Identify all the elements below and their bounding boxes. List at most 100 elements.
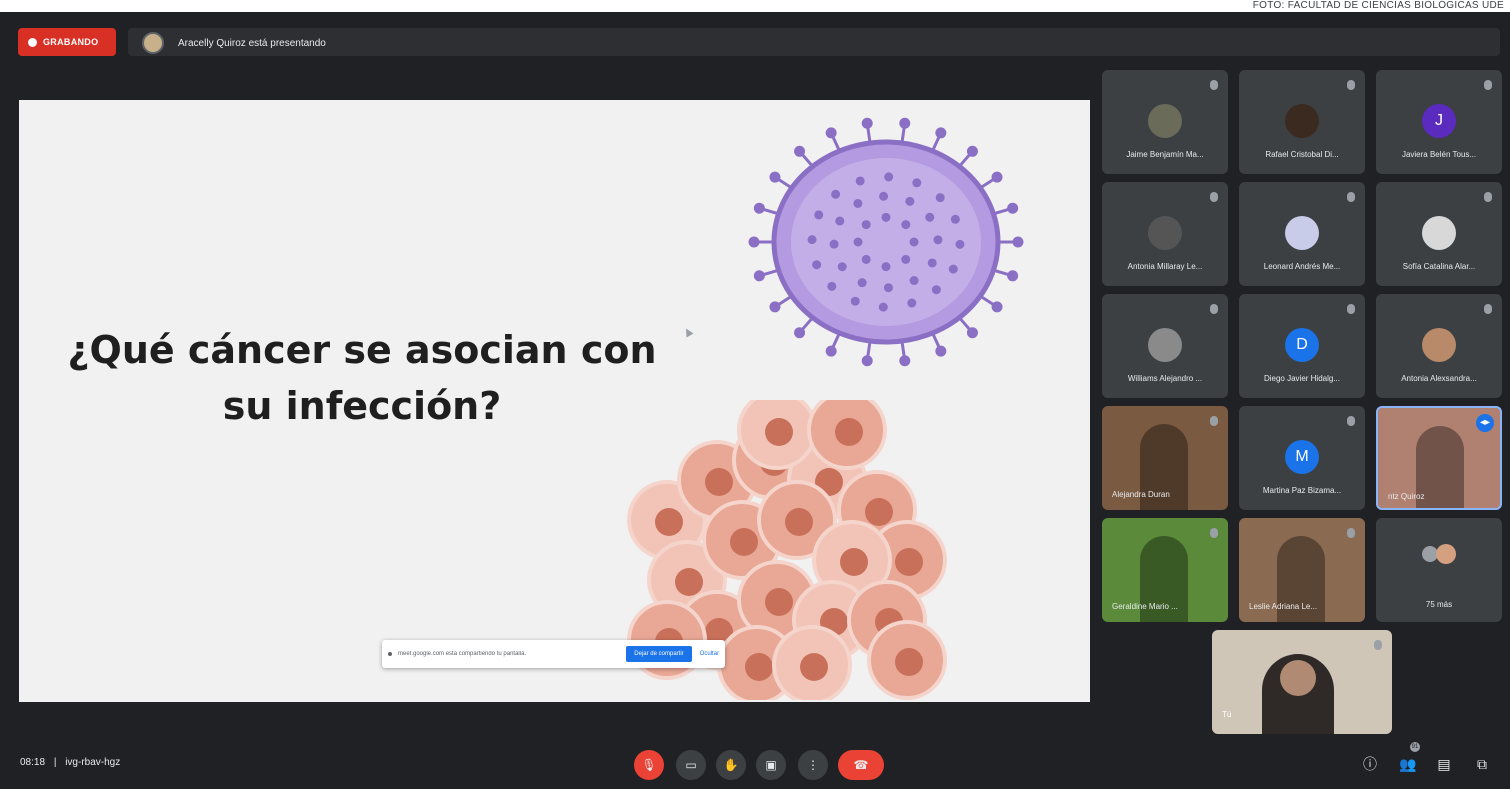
self-face (1280, 660, 1316, 696)
participant-tile[interactable]: Williams Alejandro ... (1102, 294, 1228, 398)
chat-button[interactable]: ▤ (1434, 754, 1454, 774)
participant-tile[interactable]: ◂▸ ntz Quiroz (1376, 406, 1502, 510)
participant-name: Geraldine Mario ... (1112, 602, 1178, 611)
participant-name: Sofía Catalina Alar... (1402, 262, 1476, 271)
participant-name: Antonia Alexsandra... (1401, 374, 1477, 383)
participant-tile[interactable]: Alejandra Duran (1102, 406, 1228, 510)
self-view-tile[interactable]: Tú (1212, 630, 1392, 734)
virus-spike-tip (769, 301, 781, 313)
mic-muted-icon (1210, 80, 1218, 90)
slide-line-1: ¿Qué cáncer se asocian con (67, 328, 657, 372)
mic-muted-icon (1347, 80, 1355, 90)
cancer-cell-nucleus (705, 468, 733, 496)
participant-name: Diego Javier Hidalg... (1263, 374, 1341, 383)
participant-avatar (1422, 328, 1456, 362)
more-participants-tile[interactable]: 75 más (1376, 518, 1502, 622)
mic-muted-icon (1484, 80, 1492, 90)
raise-hand-button[interactable]: ✋ (716, 750, 746, 780)
virus-surface-dot (907, 298, 917, 308)
virus-surface-dot (850, 296, 860, 306)
participant-tile[interactable]: D Diego Javier Hidalg... (1239, 294, 1365, 398)
participant-tile[interactable]: Sofía Catalina Alar... (1376, 182, 1502, 286)
present-screen-icon: ▣ (765, 758, 777, 772)
people-button[interactable]: 👥 (1398, 754, 1418, 774)
activities-button[interactable]: ⧉ (1472, 754, 1492, 774)
people-count-badge: 91 (1410, 742, 1420, 752)
participant-tile[interactable]: Geraldine Mario ... (1102, 518, 1228, 622)
mic-muted-icon (1210, 416, 1218, 426)
shared-screen-slide: ¿Qué cáncer se asocian con su infección? (19, 100, 1090, 702)
cancer-cell-nucleus (765, 418, 793, 446)
presenter-avatar (142, 32, 164, 54)
participant-name: Antonia Millaray Le... (1127, 262, 1203, 271)
participant-name: Rafael Cristobal Di... (1265, 150, 1339, 159)
participant-avatar (1285, 104, 1319, 138)
virus-surface-dot (948, 264, 958, 274)
more-options-button[interactable]: ⋮ (798, 750, 828, 780)
virus-surface-dot (881, 212, 891, 222)
self-mic-icon (1374, 640, 1382, 650)
phone-hangup-icon: ☎ (853, 758, 869, 772)
virus-surface-dot (857, 278, 867, 288)
virus-spike-tip (769, 171, 781, 183)
participant-tile[interactable]: Antonia Alexsandra... (1376, 294, 1502, 398)
speaking-indicator-icon: ◂▸ (1476, 414, 1494, 432)
participant-tile[interactable]: Leonard Andrés Me... (1239, 182, 1365, 286)
mic-button[interactable]: 🎙 (634, 750, 664, 780)
virus-spike-tip (861, 355, 873, 367)
virus-surface-dot (861, 220, 871, 230)
cancer-cell-nucleus (800, 653, 828, 681)
participant-name: Alejandra Duran (1112, 490, 1170, 499)
virus-surface-dot (829, 239, 839, 249)
participant-tile[interactable]: M Martina Paz Bizama... (1239, 406, 1365, 510)
photo-credit: FOTO: FACULTAD DE CIENCIAS BIOLÓGICAS UD… (1252, 0, 1504, 11)
info-button[interactable]: ⓘ (1360, 754, 1380, 774)
mic-muted-icon (1210, 192, 1218, 202)
screen-share-banner: meet.google.com está compartiendo tu pan… (382, 640, 725, 668)
virus-surface-dot (855, 176, 865, 186)
virus-spike-tip (753, 202, 765, 214)
present-button[interactable]: ▣ (756, 750, 786, 780)
hang-up-button[interactable]: ☎ (838, 750, 884, 780)
camera-button[interactable]: ▭ (676, 750, 706, 780)
participant-tile[interactable]: J Javiera Belén Tous... (1376, 70, 1502, 174)
meeting-code: ivg-rbav-hgz (65, 757, 121, 768)
participant-name: Williams Alejandro ... (1127, 374, 1203, 383)
participant-tile[interactable]: Leslie Adriana Le... (1239, 518, 1365, 622)
slide-question: ¿Qué cáncer se asocian con su infección? (47, 322, 677, 434)
participant-tile[interactable]: Rafael Cristobal Di... (1239, 70, 1365, 174)
participant-tile[interactable]: Jaime Benjamín Ma... (1102, 70, 1228, 174)
stop-sharing-button[interactable]: Dejar de compartir (626, 646, 692, 662)
hand-icon: ✋ (723, 758, 739, 772)
photo-credit-bar: FOTO: FACULTAD DE CIENCIAS BIOLÓGICAS UD… (0, 0, 1510, 14)
hide-button[interactable]: Ocultar (700, 651, 719, 657)
recording-indicator[interactable]: GRABANDO (18, 28, 116, 56)
cancer-cell-nucleus (745, 653, 773, 681)
cancer-cell-nucleus (895, 648, 923, 676)
presentation-banner (128, 28, 1500, 56)
virus-spike-tip (825, 127, 837, 139)
participant-avatar (1148, 328, 1182, 362)
drag-handle-icon[interactable] (388, 652, 392, 656)
more-vert-icon: ⋮ (807, 758, 819, 772)
virus-surface-dot (853, 237, 863, 247)
recording-label: GRABANDO (43, 37, 99, 47)
virus-spike-tip (966, 327, 978, 339)
participant-name: Javiera Belén Tous... (1401, 150, 1477, 159)
meeting-time: 08:18 (20, 757, 46, 768)
virus-spike-tip (748, 236, 760, 248)
virus-surface-dot (909, 276, 919, 286)
virus-spike-tip (935, 345, 947, 357)
cancer-cell-nucleus (730, 528, 758, 556)
people-icon: 👥 (1399, 755, 1417, 772)
participant-avatar (1285, 216, 1319, 250)
cancer-cell-nucleus (835, 418, 863, 446)
virus-surface-dot (933, 235, 943, 245)
mic-muted-icon (1347, 528, 1355, 538)
virus-surface-dot (827, 281, 837, 291)
participant-tile[interactable]: Antonia Millaray Le... (1102, 182, 1228, 286)
virus-surface-dot (831, 189, 841, 199)
virus-surface-dot (835, 216, 845, 226)
virus-surface-dot (931, 285, 941, 295)
meeting-separator: | (53, 757, 57, 768)
